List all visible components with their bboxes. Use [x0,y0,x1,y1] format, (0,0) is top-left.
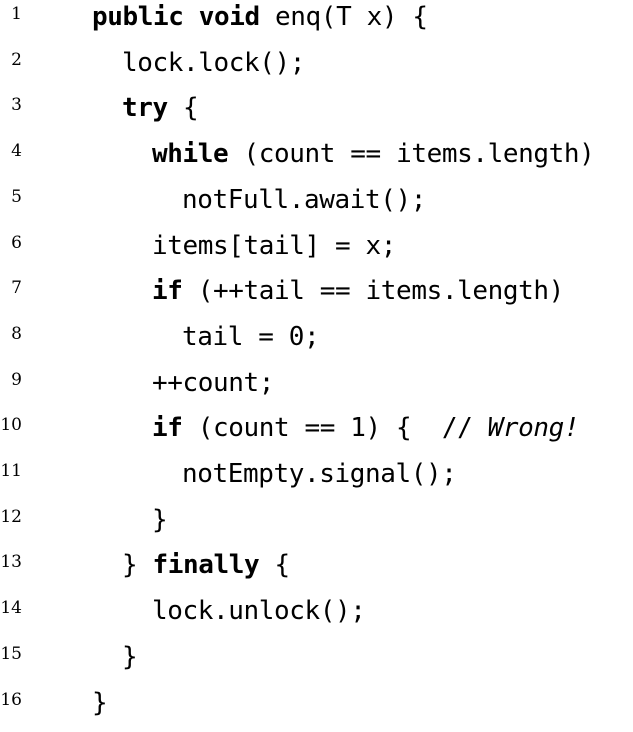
code-token: (count == 1) { // [182,413,488,444]
code-line: 16} [0,686,633,732]
line-number: 7 [11,278,22,299]
code-text: items[tail] = x; [152,223,396,269]
code-text: lock.unlock(); [152,588,366,634]
code-text: } finally { [122,542,290,588]
keyword-token: try [122,93,168,124]
code-token: (++tail == items.length) [182,276,564,307]
code-line: 8 tail = 0; [0,320,633,366]
code-token: notEmpty.signal(); [182,459,457,489]
code-text: tail = 0; [182,314,320,360]
keyword-token: while [152,139,229,170]
code-listing: 1 public void enq(T x) { 2 lock.lock(); 3 try… [0,0,633,718]
keyword-token: if [152,413,183,444]
code-text: notFull.await(); [182,177,426,223]
code-token: } [122,641,138,672]
line-number: 16 [0,689,22,710]
code-line: 14 lock.unlock(); [0,594,633,640]
line-number: 4 [11,141,22,162]
line-number: 5 [11,186,22,207]
code-token: { [259,550,291,581]
code-token: enq(T x) { [259,2,428,32]
code-line: 12} [0,503,633,549]
code-text: if (count == 1) { // Wrong! [152,405,580,451]
code-text: lock.lock(); [122,40,305,86]
code-token: lock.unlock(); [152,596,366,627]
code-text: } [122,634,138,680]
code-line: 11 notEmpty.signal(); [0,457,633,503]
line-number: 3 [11,95,22,116]
code-token: { [167,93,199,124]
code-text: } [92,680,108,726]
code-token: } [152,504,168,535]
line-number: 15 [0,643,22,664]
code-text: while (count == items.length) [152,131,595,177]
line-number: 9 [11,369,22,390]
code-token: ++count; [152,367,275,398]
code-token: items[tail] = x; [152,230,397,261]
line-number: 8 [11,323,22,344]
code-text: ++count; [152,360,274,406]
line-number: 11 [0,461,22,481]
line-number: 1 [11,4,22,24]
code-token: lock.lock(); [122,47,306,78]
comment-token: Wrong! [487,413,580,444]
code-token: notFull.await(); [182,184,427,215]
code-token: (count == items.length) [228,139,595,170]
code-line: 1 public void enq(T x) { [0,0,633,46]
code-text: try { [122,85,199,131]
code-token: tail = 0; [182,321,320,352]
line-number: 14 [0,598,22,619]
code-text: public void enq(T x) { [92,0,428,40]
code-token: } [92,687,108,718]
code-text: notEmpty.signal(); [182,451,457,497]
line-number: 13 [0,552,22,573]
line-number: 12 [0,506,22,527]
keyword-token: if [152,276,183,307]
code-line: 2 lock.lock(); [0,46,633,92]
code-text: } [152,497,168,543]
line-number: 2 [11,49,22,70]
line-number: 10 [0,415,22,436]
keyword-token: public void [92,2,260,32]
code-text: if (++tail == items.length) [152,268,564,314]
code-token: } [122,550,153,581]
keyword-token: finally [152,550,260,581]
line-number: 6 [11,232,22,253]
